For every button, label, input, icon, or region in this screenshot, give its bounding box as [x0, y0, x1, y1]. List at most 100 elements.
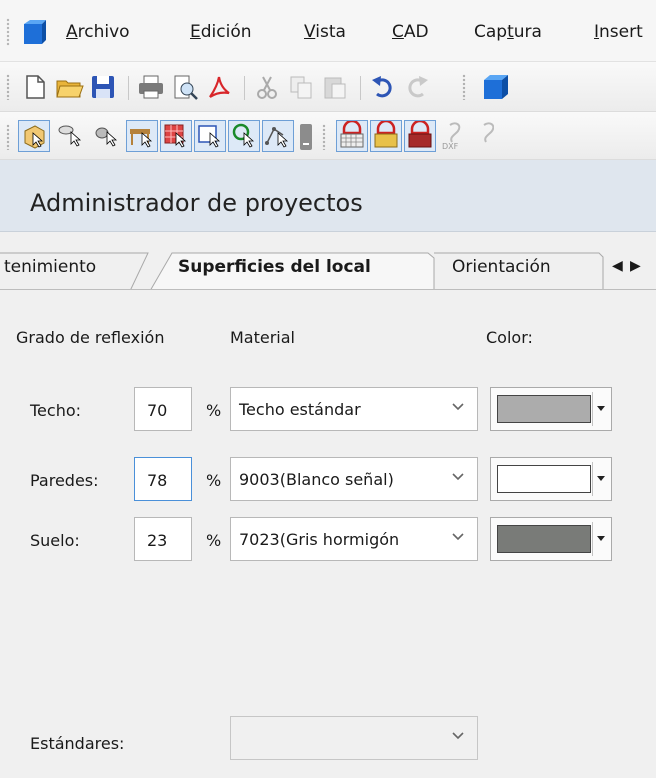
toolbar-separator [244, 76, 245, 100]
select-furniture-button[interactable] [126, 120, 158, 152]
pdf-button[interactable] [204, 72, 234, 102]
ceiling-material-value: Techo estándar [239, 400, 361, 419]
color-button-divider [592, 522, 593, 556]
select-object-button[interactable] [92, 120, 124, 152]
menu-captura[interactable]: Captura [474, 22, 542, 42]
tab-scroll-left-icon[interactable]: ◀ [612, 258, 623, 274]
menu-edicion[interactable]: Edición [190, 22, 252, 42]
walls-reflection-input[interactable]: 78 [134, 457, 192, 501]
toolbar-separator [360, 76, 361, 100]
ceiling-label: Techo: [30, 401, 82, 420]
reflection-header: Grado de reflexión [16, 328, 165, 347]
panel-title: Administrador de proyectos [30, 189, 363, 217]
select-room-icon [24, 125, 45, 149]
cube-icon [484, 75, 508, 99]
ceiling-material-select[interactable]: Techo estándar [230, 387, 478, 431]
select-calc-surface-icon [164, 124, 187, 148]
select-point-button[interactable] [228, 120, 260, 152]
tab-orientacion[interactable]: Orientación [452, 257, 551, 277]
selection-toolbar: DXF [0, 112, 656, 160]
color-dropdown-icon [597, 536, 605, 541]
standard-toolbar [0, 62, 656, 170]
svg-text:DXF: DXF [442, 142, 459, 150]
percent-sign: % [206, 531, 222, 550]
ceiling-color-button[interactable] [490, 387, 612, 431]
material-grid-button[interactable] [336, 120, 368, 152]
print-preview-icon [174, 75, 198, 100]
color-button-divider [592, 392, 593, 426]
color-button-divider [592, 462, 593, 496]
chevron-down-icon [452, 732, 464, 740]
walls-material-select[interactable]: 9003(Blanco señal) [230, 457, 478, 501]
material-texture-button[interactable] [404, 120, 436, 152]
menu-vista[interactable]: Vista [304, 22, 346, 42]
save-icon [92, 76, 114, 98]
select-room-button[interactable] [18, 120, 50, 152]
color-dropdown-icon [597, 476, 605, 481]
walls-color-swatch [497, 465, 591, 493]
chevron-down-icon [452, 473, 464, 481]
menu-vista-label: Vista [304, 22, 346, 42]
color-dropdown-icon [597, 406, 605, 411]
tab-superficies[interactable]: Superficies del local [178, 257, 371, 277]
ceiling-reflection-input[interactable]: 70 [134, 387, 192, 431]
chevron-down-icon [452, 403, 464, 411]
menu-insertar[interactable]: Insert [594, 22, 643, 42]
walls-material-value: 9003(Blanco señal) [239, 470, 394, 489]
menu-cad[interactable]: CAD [392, 22, 429, 42]
dxf-button[interactable]: DXF [440, 120, 472, 152]
floor-material-select[interactable]: 7023(Gris hormigón [230, 517, 478, 561]
app-cube-icon [24, 20, 46, 44]
select-area-icon [198, 125, 221, 148]
tab-mantenimiento[interactable]: tenimiento [4, 257, 96, 277]
select-polygon-button[interactable] [262, 120, 294, 152]
select-calc-surface-button[interactable] [160, 120, 192, 152]
print-preview-button[interactable] [170, 72, 200, 102]
standards-label: Estándares: [30, 734, 125, 753]
menu-cad-label: CAD [392, 22, 429, 42]
percent-sign: % [206, 401, 222, 420]
dxf-export-icon [483, 122, 494, 143]
menu-captura-label: Captura [474, 22, 542, 42]
toolbar-grip[interactable] [322, 124, 326, 150]
undo-icon [372, 76, 392, 98]
floor-reflection-input[interactable]: 23 [134, 517, 192, 561]
copy-button[interactable] [286, 72, 316, 102]
print-button[interactable] [136, 72, 166, 102]
walls-label: Paredes: [30, 471, 99, 490]
select-luminaire-button[interactable] [56, 120, 88, 152]
surfaces-panel: Grado de reflexión Material Color: Techo… [0, 290, 656, 778]
toolbar-overflow[interactable] [300, 124, 312, 150]
paste-button[interactable] [320, 72, 350, 102]
dxf-icon: DXF [442, 122, 461, 150]
toolbar-grip[interactable] [462, 74, 466, 100]
dxf-export-button[interactable] [474, 120, 494, 152]
select-object-icon [95, 127, 118, 147]
undo-button[interactable] [368, 72, 398, 102]
toolbar-grip[interactable] [6, 74, 10, 100]
panel-header: Administrador de proyectos [0, 160, 656, 232]
material-texture-icon [408, 121, 432, 148]
material-red-icon [374, 121, 398, 148]
menu-grip[interactable] [6, 18, 10, 46]
print-icon [139, 75, 163, 99]
standards-select[interactable] [230, 716, 478, 760]
walls-color-button[interactable] [490, 457, 612, 501]
floor-color-button[interactable] [490, 517, 612, 561]
ceiling-color-swatch [497, 395, 591, 423]
material-header: Material [230, 328, 295, 347]
floor-label: Suelo: [30, 531, 80, 550]
cut-button[interactable] [252, 72, 282, 102]
toolbar-grip[interactable] [6, 124, 10, 150]
menu-archivo[interactable]: Archivo [66, 22, 130, 42]
material-red-button[interactable] [370, 120, 402, 152]
open-button[interactable] [54, 72, 84, 102]
select-point-icon [232, 123, 255, 148]
cut-icon [257, 76, 277, 99]
tab-scroll-right-icon[interactable]: ▶ [630, 258, 641, 274]
new-file-button[interactable] [20, 72, 50, 102]
redo-button[interactable] [402, 72, 432, 102]
cube-button[interactable] [478, 72, 508, 102]
select-area-button[interactable] [194, 120, 226, 152]
save-button[interactable] [88, 72, 118, 102]
